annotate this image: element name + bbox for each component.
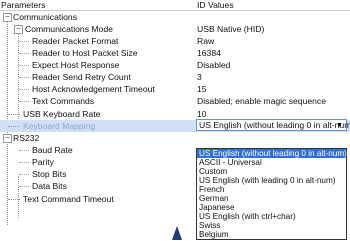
tree-connector — [19, 101, 29, 102]
pointer-arrow-icon — [172, 226, 182, 240]
tree-connector — [19, 162, 29, 163]
tree-connector — [8, 126, 20, 127]
dropdown-option[interactable]: US English (with ctrl+char) — [197, 212, 346, 221]
tree-connector — [19, 174, 29, 175]
tree-connector — [19, 65, 29, 66]
parameters-column-header[interactable]: Parameters — [1, 0, 45, 10]
tree-label: Reader Send Retry Count — [32, 72, 131, 82]
tree-label: Expect Host Response — [32, 60, 120, 70]
triangle-down-icon[interactable]: ▼ — [336, 120, 343, 131]
tree-connector — [19, 53, 29, 54]
tree-label: Keyboard Mapping — [23, 121, 96, 131]
tree-row-retry-count[interactable]: Reader Send Retry Count 3 — [0, 71, 350, 83]
dropdown-option[interactable]: US English (with leading 0 in alt-num) — [197, 176, 346, 185]
tree-label: Baud Rate — [32, 145, 73, 155]
keyboard-mapping-dropdown-list[interactable]: US English (without leading 0 in alt-num… — [196, 148, 350, 240]
tree-connector — [8, 199, 20, 200]
tree-label: Data Bits — [32, 181, 67, 191]
dropdown-option[interactable]: Swiss — [197, 221, 346, 230]
tree-label: USB Keyboard Rate — [23, 109, 101, 119]
tree-value[interactable]: Disabled; enable magic sequence — [197, 95, 326, 107]
tree-row-communications-mode[interactable]: − Communications Mode USB Native (HID) — [0, 23, 350, 35]
tree-connector — [19, 41, 29, 42]
tree-value[interactable]: USB Native (HID) — [197, 23, 264, 35]
collapse-minus-icon[interactable]: − — [3, 13, 12, 22]
tree-value[interactable]: 3 — [197, 71, 202, 83]
tree-row-expect-host-response[interactable]: Expect Host Response Disabled — [0, 59, 350, 71]
tree-label: Communications — [13, 12, 77, 22]
column-header: Parameters ID Values — [0, 0, 350, 11]
dropdown-option[interactable]: Belgium — [197, 230, 346, 239]
tree-label: Text Commands — [32, 96, 95, 106]
tree-row-communications[interactable]: − Communications — [0, 11, 350, 23]
dropdown-option[interactable]: US English (without leading 0 in alt-num… — [197, 149, 350, 158]
tree-row-ack-timeout[interactable]: Host Acknowledgement Timeout 15 — [0, 83, 350, 95]
tree-label: Parity — [32, 157, 54, 167]
tree-value[interactable]: Raw — [197, 35, 214, 47]
tree-row-rs232[interactable]: − RS232 — [0, 132, 350, 144]
tree-label: Text Command Timeout — [23, 194, 114, 204]
tree-value[interactable]: 15 — [197, 83, 207, 95]
tree-connector — [19, 89, 29, 90]
tree-row-packet-size[interactable]: Reader to Host Packet Size 16384 — [0, 47, 350, 59]
dropdown-option[interactable]: Japanese — [197, 203, 346, 212]
tree-value[interactable]: 16384 — [197, 47, 221, 59]
dropdown-option[interactable]: French — [197, 185, 346, 194]
keyboard-mapping-combobox[interactable]: US English (without leading 0 in alt-num… — [196, 119, 350, 131]
tree-label: Host Acknowledgement Timeout — [32, 84, 155, 94]
collapse-minus-icon[interactable]: − — [14, 25, 23, 34]
dropdown-option[interactable]: Custom — [197, 167, 346, 176]
tree-label: RS232 — [13, 133, 40, 143]
tree-label: Stop Bits — [32, 169, 67, 179]
tree-value[interactable]: Disabled — [197, 59, 230, 71]
tree-connector — [19, 186, 29, 187]
tree-connector — [19, 150, 29, 151]
collapse-minus-icon[interactable]: − — [3, 134, 12, 143]
id-values-column-header[interactable]: ID Values — [197, 0, 234, 10]
tree-row-text-commands[interactable]: Text Commands Disabled; enable magic seq… — [0, 95, 350, 107]
tree-connector — [19, 77, 29, 78]
combobox-value: US English (without leading 0 in alt-num… — [199, 120, 350, 130]
tree-label: Reader Packet Format — [32, 36, 119, 46]
dropdown-option[interactable]: German — [197, 194, 346, 203]
tree-row-reader-packet-format[interactable]: Reader Packet Format Raw — [0, 35, 350, 47]
dropdown-option[interactable]: ASCII - Universal — [197, 158, 346, 167]
tree-connector — [8, 114, 20, 115]
tree-label: Reader to Host Packet Size — [32, 48, 138, 58]
tree-row-keyboard-mapping[interactable]: Keyboard Mapping US English (without lea… — [0, 119, 350, 132]
tree-label: Communications Mode — [25, 24, 113, 34]
